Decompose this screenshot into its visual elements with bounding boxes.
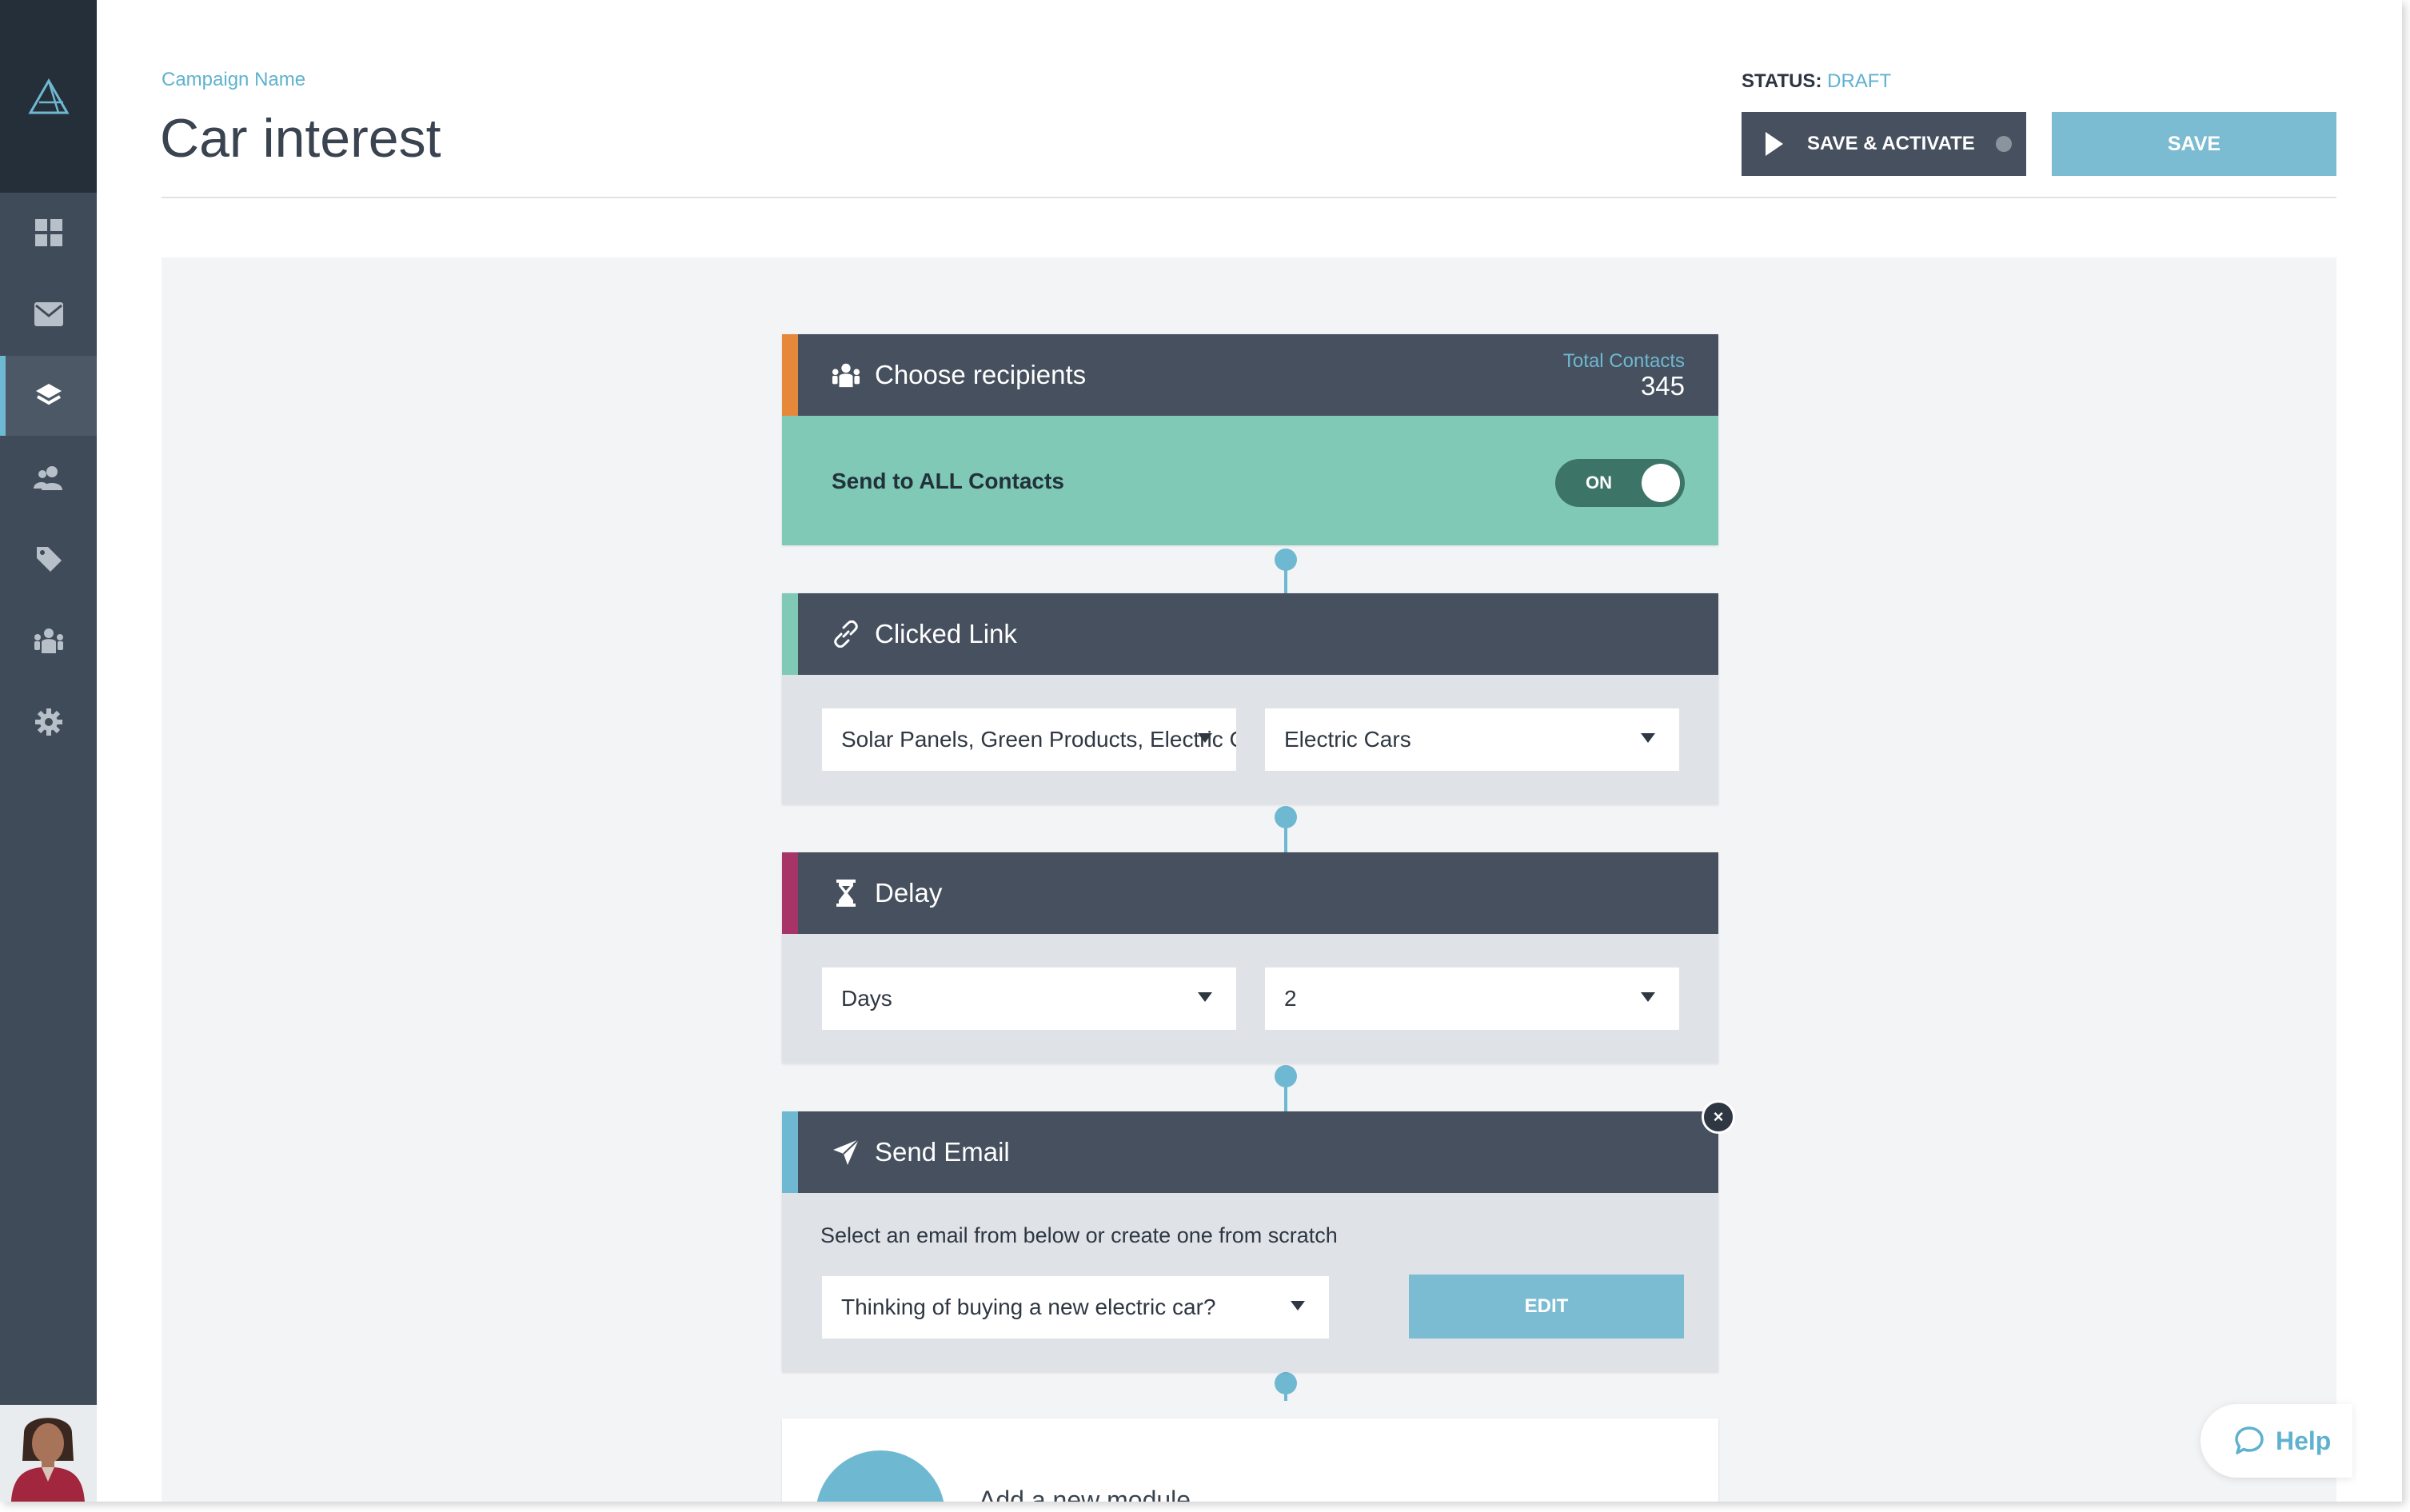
app-window: Campaign Name Car interest STATUS: DRAFT… [0,0,2402,1502]
sidebar-item-dashboard[interactable] [0,193,97,273]
user-avatar-image [0,1405,97,1502]
select-value: 2 [1284,986,1297,1011]
save-button[interactable]: SAVE [2052,112,2336,176]
module-title: Send Email [875,1137,1010,1167]
help-label: Help [2276,1426,2332,1455]
sidebar-item-settings[interactable] [0,682,97,762]
dashboard-icon [34,219,62,246]
header-divider [162,197,2336,198]
connector-node[interactable] [1275,1372,1297,1394]
save-and-activate-button[interactable]: SAVE & ACTIVATE [1742,112,2026,176]
module-body: Days 2 [782,934,1718,1063]
logo-icon [27,78,70,114]
module-title: Delay [875,878,943,908]
module-header[interactable]: Choose recipients Total Contacts 345 [782,334,1718,416]
link-icon [830,620,862,648]
activation-status-dot [1995,136,2012,152]
close-icon: × [1713,1107,1724,1127]
delay-unit-select[interactable]: Days [822,967,1236,1030]
total-contacts: Total Contacts 345 [1563,350,1685,401]
status-label: STATUS: [1742,70,1822,92]
chevron-down-icon [1291,1301,1305,1311]
email-select[interactable]: Thinking of buying a new electric car? [822,1276,1329,1338]
module-send-email: Send Email Select an email from below or… [782,1111,1718,1372]
users-icon [33,466,62,490]
avatar[interactable] [0,1405,97,1502]
send-all-toggle[interactable]: ON [1555,459,1685,507]
module-header[interactable]: Delay [782,852,1718,934]
sidebar-item-mail[interactable] [0,274,97,354]
chat-bubble-icon [2235,1426,2264,1454]
module-accent-bar [782,852,798,934]
save-and-activate-label: SAVE & ACTIVATE [1807,133,1975,154]
module-clicked-link: Clicked Link Solar Panels, Green Product… [782,593,1718,804]
module-accent-bar [782,1111,798,1193]
select-value: Electric Cars [1284,727,1411,752]
play-icon [1764,131,1785,157]
total-contacts-label: Total Contacts [1562,350,1685,372]
add-module-label: Add a new module [979,1486,1191,1502]
link-select[interactable]: Electric Cars [1265,708,1679,771]
send-icon [830,1139,862,1166]
sidebar-item-campaigns[interactable] [0,356,97,436]
edit-email-button[interactable]: EDIT [1409,1275,1684,1338]
status-line: STATUS: DRAFT [1742,70,1891,93]
sidebar-item-tags[interactable] [0,519,97,599]
chevron-down-icon [1641,733,1655,743]
sidebar [0,0,97,1502]
layers-icon [35,384,62,405]
logo[interactable] [0,0,97,193]
module-delay: Delay Days 2 [782,852,1718,1063]
total-contacts-count: 345 [1640,371,1685,401]
chevron-down-icon [1198,992,1212,1002]
campaign-title[interactable]: Car interest [160,109,441,169]
remove-module-button[interactable]: × [1702,1100,1735,1134]
module-title: Choose recipients [875,360,1087,389]
sidebar-item-groups[interactable] [0,600,97,680]
group-icon [34,628,63,653]
send-to-all-label: Send to ALL Contacts [832,469,1064,493]
select-value: Days [841,986,892,1011]
status-badge: DRAFT [1827,70,1892,92]
select-value: Solar Panels, Green Products, Electric C… [841,727,1236,752]
tag-icon [36,547,62,572]
toggle-knob [1642,464,1680,502]
connector-node[interactable] [1275,549,1297,571]
link-group-select[interactable]: Solar Panels, Green Products, Electric C… [822,708,1236,771]
module-choose-recipients: Choose recipients Total Contacts 345 Sen… [782,334,1718,545]
module-accent-bar [782,334,798,416]
connector-node[interactable] [1275,806,1297,828]
module-accent-bar [782,593,798,675]
module-add-new[interactable]: Add a new module [782,1418,1718,1502]
delay-amount-select[interactable]: 2 [1265,967,1679,1030]
module-title: Clicked Link [875,619,1017,648]
module-body: Select an email from below or create one… [782,1193,1718,1372]
help-button[interactable]: Help [2201,1404,2352,1478]
mail-icon [34,302,63,326]
toggle-label: ON [1586,473,1612,493]
workflow-canvas: Choose recipients Total Contacts 345 Sen… [162,257,2336,1502]
module-body: Solar Panels, Green Products, Electric C… [782,675,1718,804]
campaign-name-label: Campaign Name [162,69,306,90]
module-header[interactable]: Send Email [782,1111,1718,1193]
sidebar-item-contacts[interactable] [0,437,97,517]
module-header[interactable]: Clicked Link [782,593,1718,675]
chevron-down-icon [1198,733,1212,743]
email-instruction: Select an email from below or create one… [820,1223,1338,1247]
gear-icon [34,708,62,736]
select-value: Thinking of buying a new electric car? [841,1295,1216,1319]
hourglass-icon [830,880,862,907]
module-body: Send to ALL Contacts ON [782,416,1718,545]
add-module-icon[interactable] [816,1450,945,1502]
connector-node[interactable] [1275,1065,1297,1087]
chevron-down-icon [1641,992,1655,1002]
group-icon [830,362,862,388]
